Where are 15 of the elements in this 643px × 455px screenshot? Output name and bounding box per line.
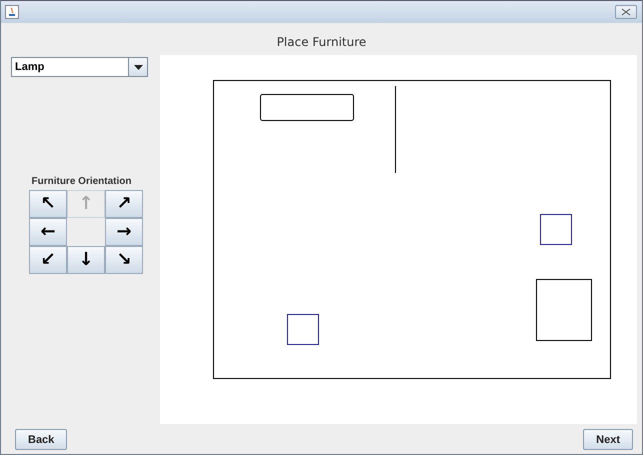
orientation-label: Furniture Orientation [30,176,132,187]
furniture-dropdown[interactable]: Lamp [11,57,148,77]
arrow-button[interactable]: ↓ [67,246,105,274]
arrow-button[interactable]: → [105,218,143,246]
window-title: Place Furniture [276,34,368,51]
next-button[interactable]: Next [583,429,633,450]
arrow-button[interactable]: ↗ [105,190,143,218]
close-button[interactable] [615,5,637,19]
close-icon [621,8,631,16]
back-button[interactable]: Back [15,429,68,450]
arrow-button[interactable]: ↙ [29,246,67,274]
arrow-button[interactable]: ↘ [105,246,143,274]
arrow-button[interactable]: ↖ [29,190,67,218]
caret-icon [134,64,142,70]
arrow-button[interactable]: ← [29,218,67,246]
